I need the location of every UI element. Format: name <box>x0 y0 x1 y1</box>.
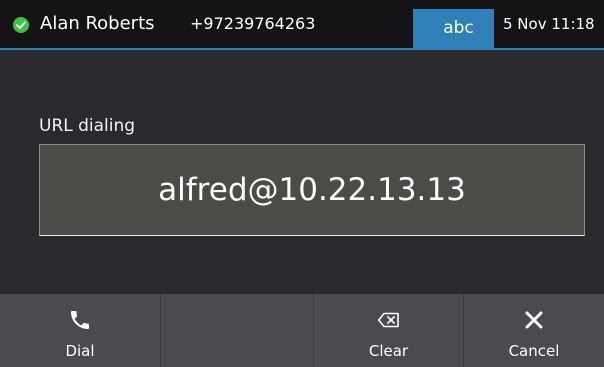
phone-icon <box>71 311 89 329</box>
user-phone-number: +97239764263 <box>190 14 316 33</box>
url-dialing-label: URL dialing <box>39 116 136 136</box>
cancel-button[interactable]: Cancel <box>463 294 604 367</box>
status-bar: Alan Roberts +97239764263 abc 5 Nov 11:1… <box>0 0 604 50</box>
user-name: Alan Roberts <box>40 13 155 34</box>
softkey-empty-2[interactable] <box>160 294 313 367</box>
check-circle-icon <box>13 17 29 33</box>
date-time: 5 Nov 11:18 <box>503 15 595 33</box>
close-icon <box>525 311 543 329</box>
input-mode-label: abc <box>443 18 474 38</box>
dial-button-label: Dial <box>65 342 95 360</box>
backspace-icon <box>377 312 399 328</box>
dial-button[interactable]: Dial <box>0 294 160 367</box>
input-mode-indicator[interactable]: abc <box>413 9 494 48</box>
softkey-bar: Dial Clear Cancel <box>0 294 604 367</box>
clear-button[interactable]: Clear <box>313 294 463 367</box>
url-input[interactable] <box>39 144 585 236</box>
cancel-button-label: Cancel <box>508 342 560 360</box>
clear-button-label: Clear <box>368 342 409 360</box>
